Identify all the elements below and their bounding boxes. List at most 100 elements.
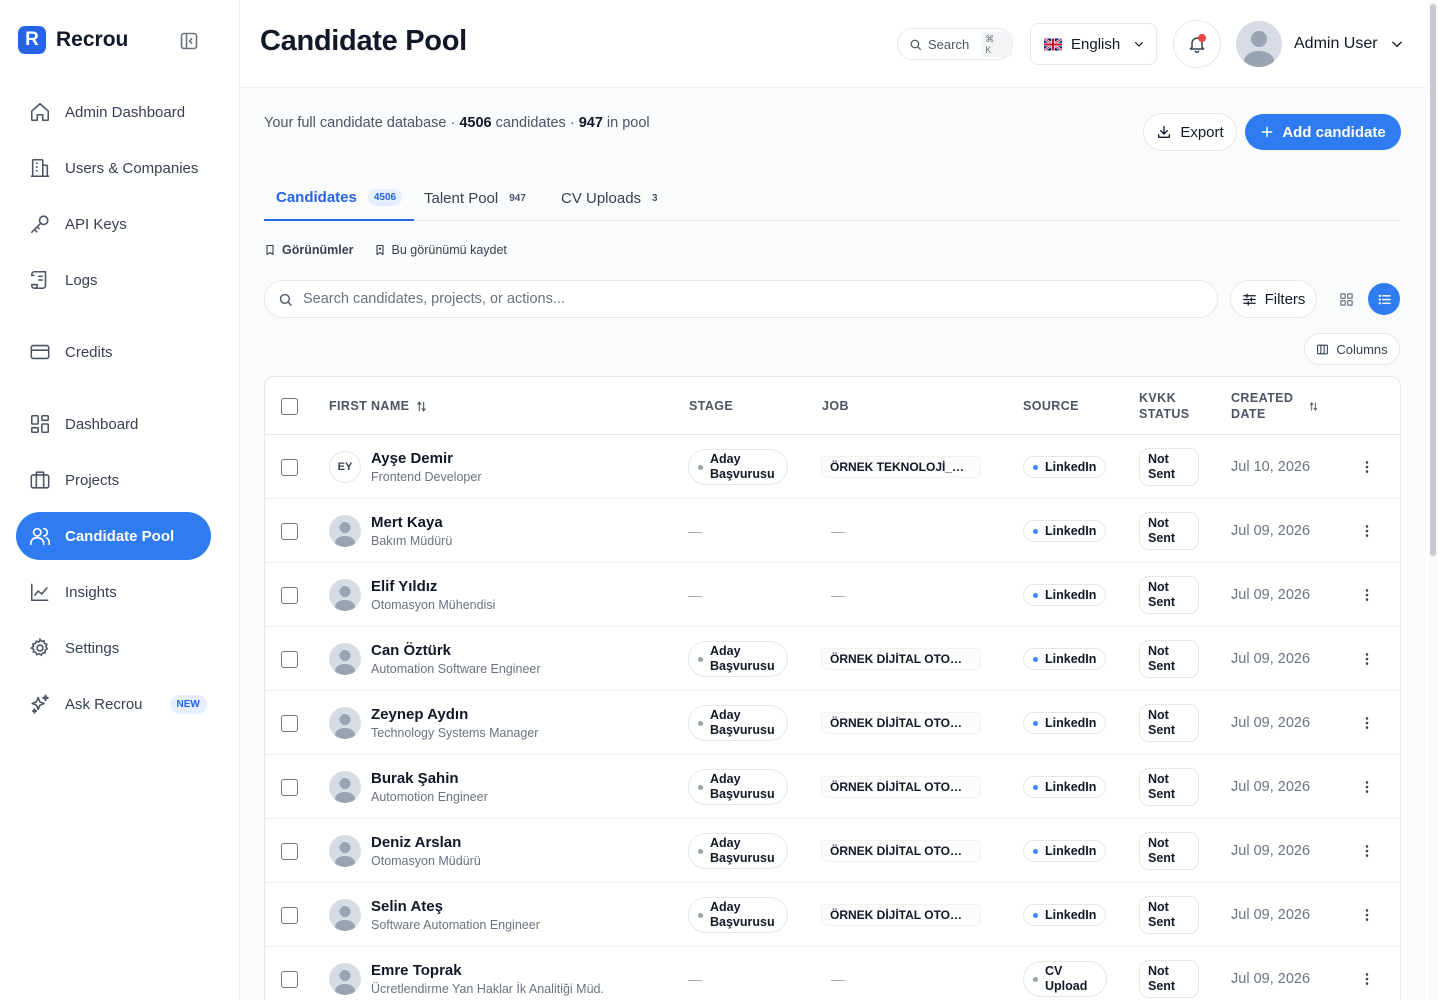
select-all-checkbox[interactable] xyxy=(281,397,298,415)
filters-button[interactable]: Filters xyxy=(1230,280,1317,318)
language-selector[interactable]: English xyxy=(1030,23,1157,65)
tab-cv-uploads[interactable]: CV Uploads 3 xyxy=(561,175,658,221)
table-row[interactable]: EY Ayşe Demir Frontend Developer Aday Baş… xyxy=(265,435,1400,499)
table-row[interactable]: Deniz Arslan Otomasyon Müdürü Aday Başvur… xyxy=(265,819,1400,883)
candidate-cell[interactable]: Deniz Arslan Otomasyon Müdürü xyxy=(329,819,481,883)
sidebar-item-candidate-pool[interactable]: Candidate Pool xyxy=(16,512,211,560)
export-button[interactable]: Export xyxy=(1143,113,1237,151)
job-badge[interactable]: ÖRNEK DİJİTAL OTOMAS... xyxy=(821,776,981,798)
candidate-name[interactable]: Can Öztürk xyxy=(371,642,541,659)
job-label: ÖRNEK DİJİTAL OTOMAS... xyxy=(830,652,972,666)
global-search-button[interactable]: Search ⌘ K xyxy=(897,28,1013,60)
sidebar-collapse-icon[interactable] xyxy=(178,30,200,52)
candidate-name[interactable]: Ayşe Demir xyxy=(371,450,481,467)
table-row[interactable]: Zeynep Aydın Technology Systems Manager … xyxy=(265,691,1400,755)
saved-views-button[interactable]: Görünümler xyxy=(264,239,354,261)
candidate-name[interactable]: Zeynep Aydın xyxy=(371,706,538,723)
more-vertical-icon[interactable] xyxy=(1357,521,1377,541)
sidebar-item-ask-recrou[interactable]: Ask Recrou NEW xyxy=(16,680,211,728)
table-row[interactable]: Burak Şahin Automotion Engineer Aday Başv… xyxy=(265,755,1400,819)
stage-badge[interactable]: Aday Başvurusu xyxy=(688,833,788,869)
chevron-down-icon xyxy=(1133,38,1145,50)
more-vertical-icon[interactable] xyxy=(1357,969,1377,989)
job-badge[interactable]: ÖRNEK TEKNOLOJİ_Web... xyxy=(821,456,981,478)
scrollbar-thumb[interactable] xyxy=(1430,4,1436,556)
candidate-search-input[interactable]: Search candidates, projects, or actions.… xyxy=(264,280,1218,318)
sort-icon[interactable] xyxy=(1308,377,1319,435)
stage-badge[interactable]: Aday Başvurusu xyxy=(688,449,788,485)
more-vertical-icon[interactable] xyxy=(1357,905,1377,925)
column-kvkk-status[interactable]: KVKK STATUS xyxy=(1139,377,1190,435)
sidebar-item-logs[interactable]: Logs xyxy=(16,256,211,304)
stage-badge[interactable]: Aday Başvurusu xyxy=(688,769,788,805)
recrou-logo: R xyxy=(18,26,46,54)
add-candidate-button[interactable]: Add candidate xyxy=(1245,114,1401,150)
job-badge[interactable]: ÖRNEK DİJİTAL OTOMAS... xyxy=(821,840,981,862)
grid-view-icon[interactable] xyxy=(1330,283,1362,315)
candidate-cell[interactable]: Zeynep Aydın Technology Systems Manager xyxy=(329,691,538,755)
tab-candidates[interactable]: Candidates 4506 xyxy=(264,175,415,221)
candidate-name[interactable]: Selin Ateş xyxy=(371,898,540,915)
more-vertical-icon[interactable] xyxy=(1357,841,1377,861)
row-checkbox[interactable] xyxy=(281,906,298,924)
columns-button[interactable]: Columns xyxy=(1304,333,1400,365)
table-row[interactable]: Can Öztürk Automation Software Engineer … xyxy=(265,627,1400,691)
candidate-name[interactable]: Deniz Arslan xyxy=(371,834,481,851)
save-view-button[interactable]: Bu görünümü kaydet xyxy=(374,239,507,261)
sidebar-item-insights[interactable]: Insights xyxy=(16,568,211,616)
candidate-cell[interactable]: Emre Toprak Ücretlendirme Yan Haklar İk … xyxy=(329,947,604,1000)
row-checkbox[interactable] xyxy=(281,650,298,668)
column-stage[interactable]: STAGE xyxy=(689,377,733,435)
candidate-cell[interactable]: Burak Şahin Automotion Engineer xyxy=(329,755,488,819)
candidate-name[interactable]: Mert Kaya xyxy=(371,514,452,531)
candidate-cell[interactable]: Can Öztürk Automation Software Engineer xyxy=(329,627,541,691)
candidate-cell[interactable]: EY Ayşe Demir Frontend Developer xyxy=(329,435,481,499)
stage-badge[interactable]: Aday Başvurusu xyxy=(688,641,788,677)
job-badge[interactable]: ÖRNEK DİJİTAL OTOMAS... xyxy=(821,648,981,670)
column-created-date[interactable]: CREATED DATE xyxy=(1231,377,1293,435)
more-vertical-icon[interactable] xyxy=(1357,585,1377,605)
row-checkbox[interactable] xyxy=(281,970,298,988)
sidebar-item-credits[interactable]: Credits xyxy=(16,328,211,376)
sidebar-item-users-companies[interactable]: Users & Companies xyxy=(16,144,211,192)
row-checkbox[interactable] xyxy=(281,778,298,796)
candidate-name[interactable]: Burak Şahin xyxy=(371,770,488,787)
sidebar-item-admin-dashboard[interactable]: Admin Dashboard xyxy=(16,88,211,136)
candidate-cell[interactable]: Mert Kaya Bakım Müdürü xyxy=(329,499,452,563)
tab-talent-pool[interactable]: Talent Pool 947 xyxy=(424,175,526,221)
sidebar-item-api-keys[interactable]: API Keys xyxy=(16,200,211,248)
sidebar-item-settings[interactable]: Settings xyxy=(16,624,211,672)
row-checkbox[interactable] xyxy=(281,714,298,732)
column-job[interactable]: JOB xyxy=(822,377,849,435)
notifications-button[interactable] xyxy=(1173,20,1221,68)
more-vertical-icon[interactable] xyxy=(1357,649,1377,669)
job-badge[interactable]: ÖRNEK DİJİTAL OTOMAS... xyxy=(821,904,981,926)
user-menu[interactable]: Admin User xyxy=(1236,20,1404,68)
page-scrollbar[interactable] xyxy=(1428,0,1438,1000)
table-row[interactable]: Emre Toprak Ücretlendirme Yan Haklar İk … xyxy=(265,947,1400,1000)
brand[interactable]: R Recrou xyxy=(18,26,128,54)
table-row[interactable]: Selin Ateş Software Automation Engineer … xyxy=(265,883,1400,947)
table-row[interactable]: Mert Kaya Bakım Müdürü — — LinkedIn Not … xyxy=(265,499,1400,563)
candidate-name[interactable]: Emre Toprak xyxy=(371,962,604,979)
candidate-cell[interactable]: Elif Yıldız Otomasyon Mühendisi xyxy=(329,563,495,627)
sidebar-item-dashboard[interactable]: Dashboard xyxy=(16,400,211,448)
row-checkbox[interactable] xyxy=(281,586,298,604)
row-checkbox[interactable] xyxy=(281,458,298,476)
candidate-cell[interactable]: Selin Ateş Software Automation Engineer xyxy=(329,883,540,947)
row-checkbox[interactable] xyxy=(281,522,298,540)
stage-badge[interactable]: Aday Başvurusu xyxy=(688,897,788,933)
sidebar-item-projects[interactable]: Projects xyxy=(16,456,211,504)
job-badge[interactable]: ÖRNEK DİJİTAL OTOMAS... xyxy=(821,712,981,734)
more-vertical-icon[interactable] xyxy=(1357,457,1377,477)
avatar: EY xyxy=(329,451,361,483)
column-first-name[interactable]: FIRST NAME xyxy=(329,377,428,435)
list-view-icon[interactable] xyxy=(1368,283,1400,315)
candidate-name[interactable]: Elif Yıldız xyxy=(371,578,495,595)
table-row[interactable]: Elif Yıldız Otomasyon Mühendisi — — Link… xyxy=(265,563,1400,627)
more-vertical-icon[interactable] xyxy=(1357,777,1377,797)
stage-badge[interactable]: Aday Başvurusu xyxy=(688,705,788,741)
more-vertical-icon[interactable] xyxy=(1357,713,1377,733)
column-source[interactable]: SOURCE xyxy=(1023,377,1079,435)
row-checkbox[interactable] xyxy=(281,842,298,860)
